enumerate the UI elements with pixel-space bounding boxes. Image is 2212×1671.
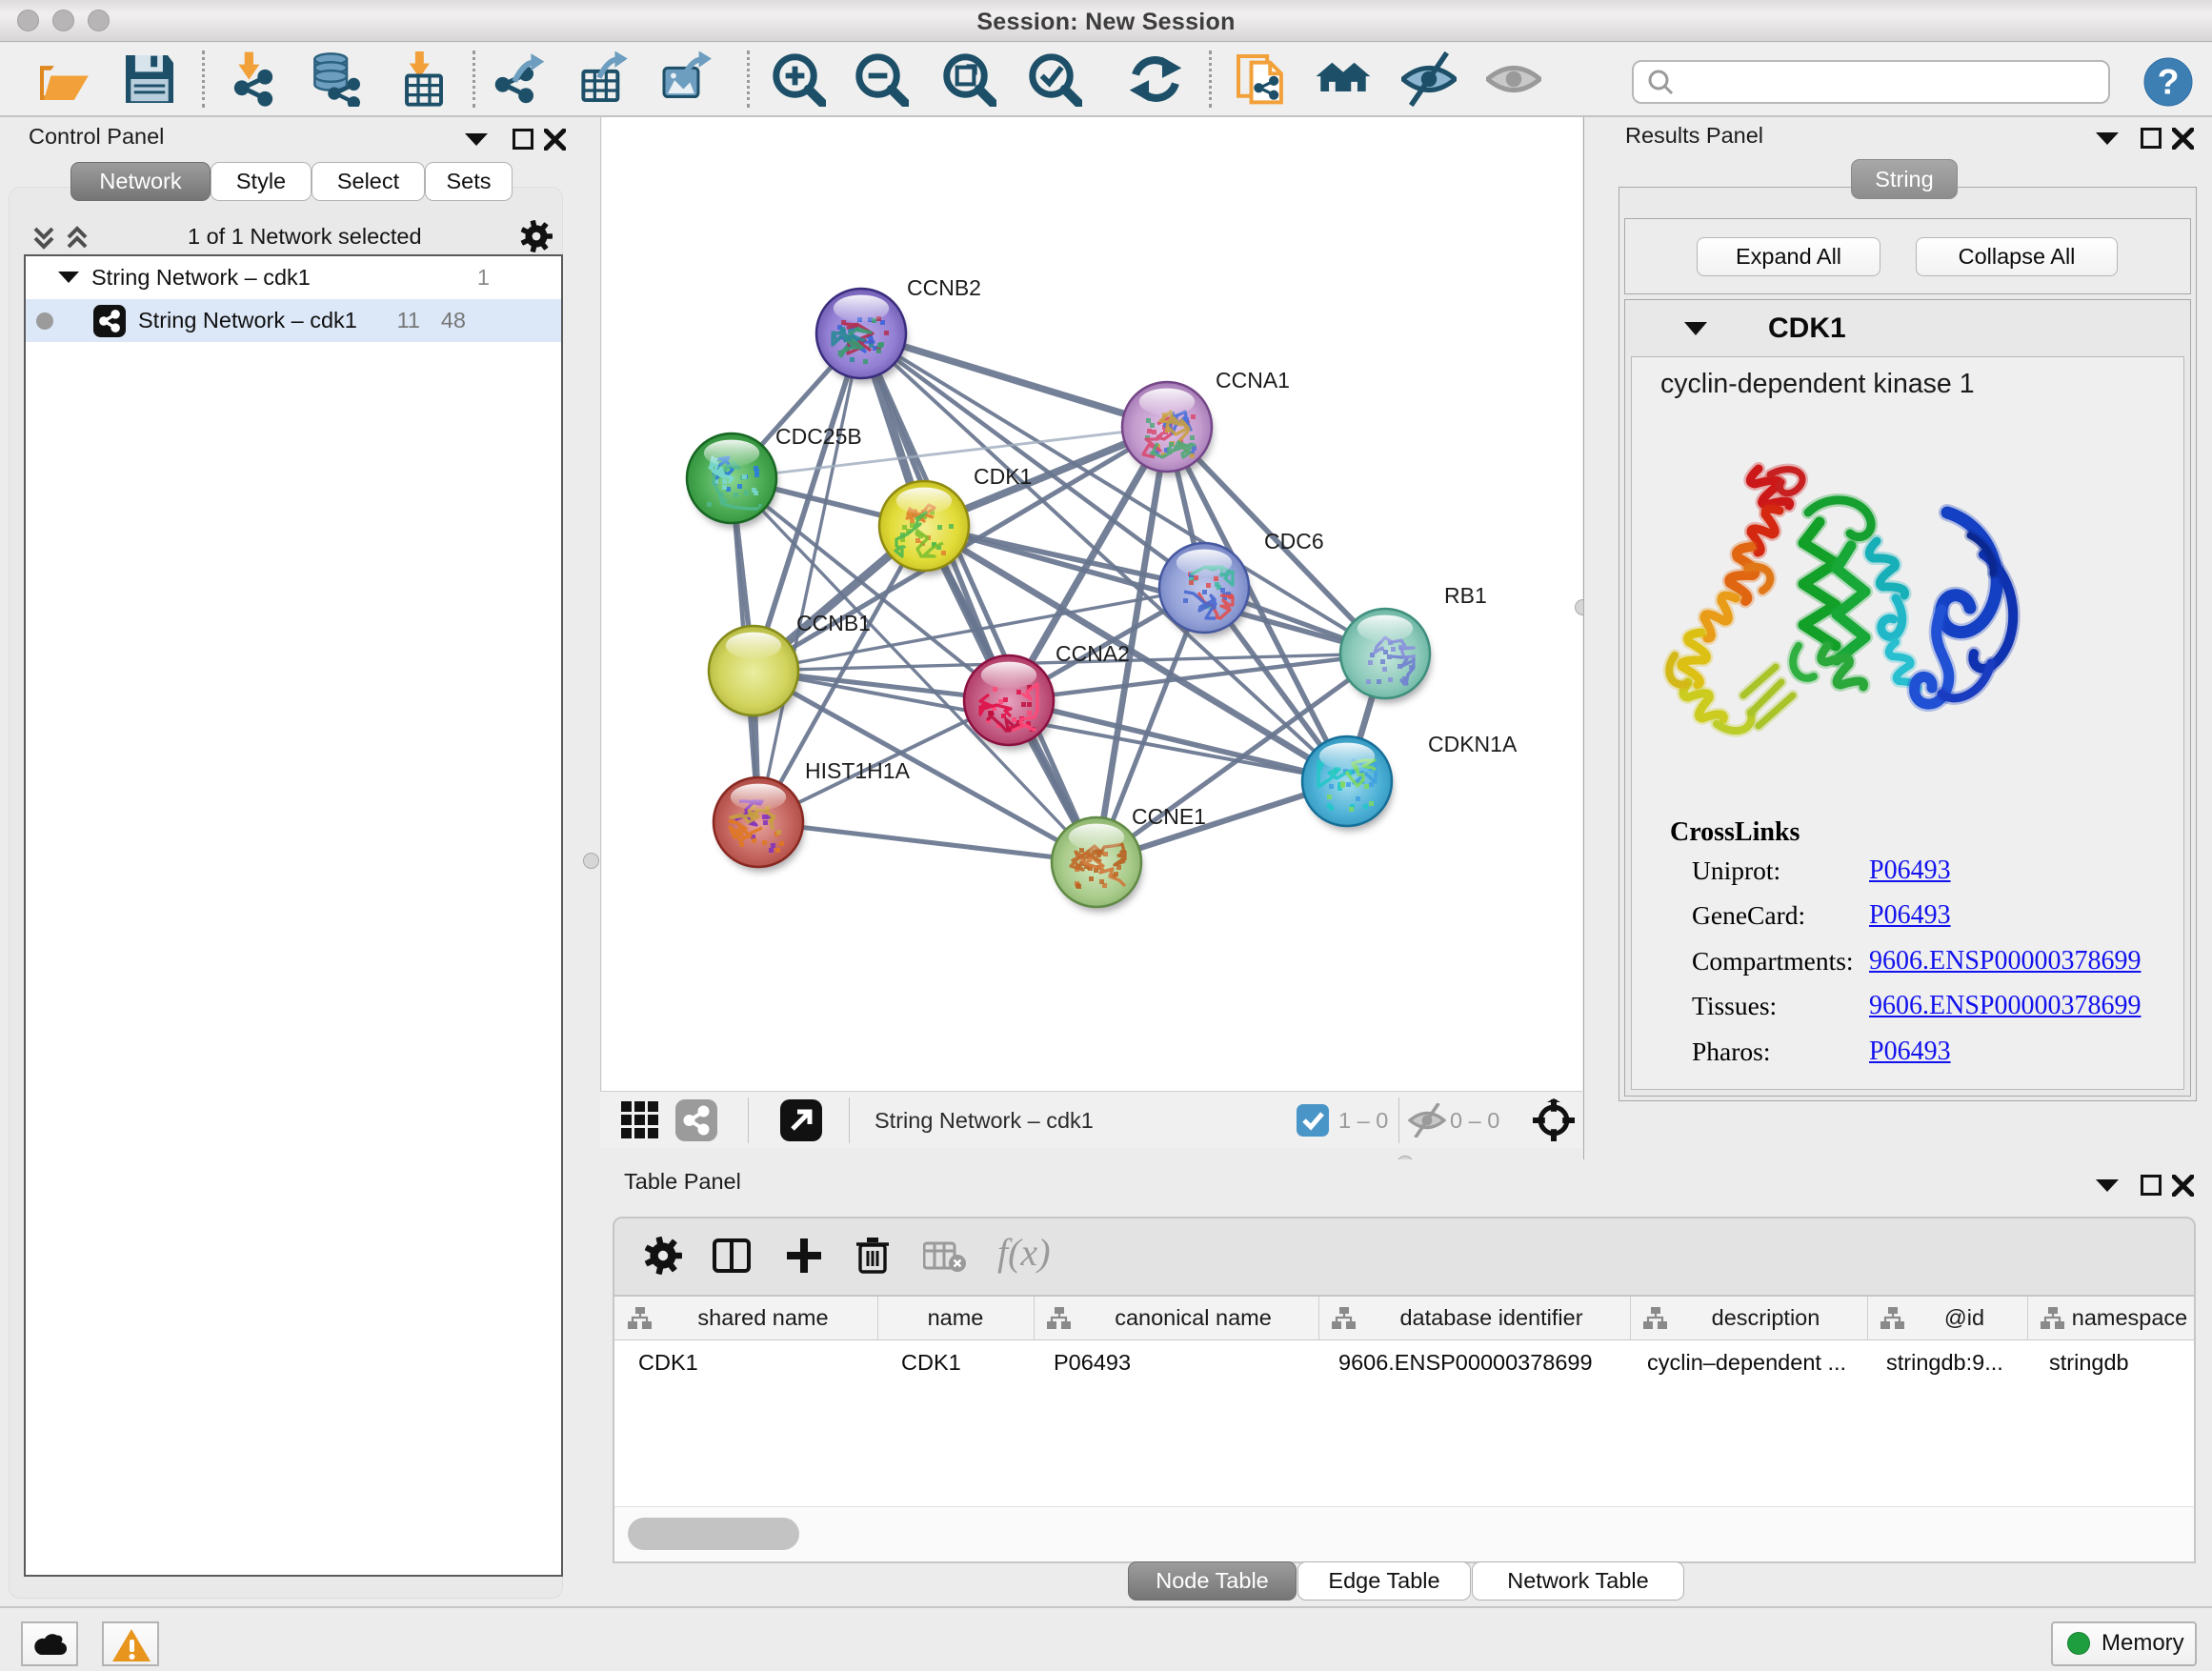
svg-text:?: ?	[2158, 61, 2180, 101]
svg-text:CCNA1: CCNA1	[1216, 368, 1290, 393]
svg-text:CCNA2: CCNA2	[1056, 641, 1130, 666]
svg-text:HIST1H1A: HIST1H1A	[805, 758, 911, 783]
svg-text:CDC25B: CDC25B	[775, 424, 862, 449]
svg-text:RB1: RB1	[1444, 583, 1487, 608]
svg-text:CCNB1: CCNB1	[796, 611, 871, 635]
svg-text:CDC6: CDC6	[1264, 529, 1324, 554]
svg-text:CCNB2: CCNB2	[907, 275, 981, 300]
svg-text:CDK1: CDK1	[974, 464, 1032, 489]
svg-text:CCNE1: CCNE1	[1132, 804, 1206, 829]
svg-text:CDKN1A: CDKN1A	[1428, 732, 1518, 756]
